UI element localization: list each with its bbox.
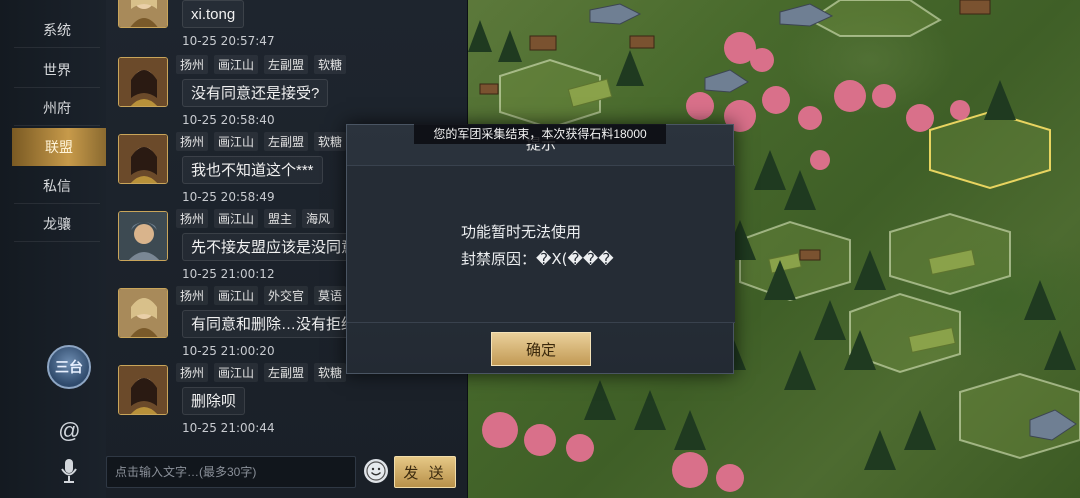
avatar[interactable] xyxy=(118,365,168,415)
hex-tile xyxy=(808,0,942,37)
avatar[interactable] xyxy=(118,288,168,338)
game-screen: 系统 世界 州府 联盟 私信 龙骧 三台 @ xi.tong 10-25 20:… xyxy=(0,0,1080,498)
message-bubble[interactable]: 有同意和删除…没有拒绝 xyxy=(182,310,366,338)
tag-player-name[interactable]: 软糖 xyxy=(314,55,347,74)
message-bubble[interactable]: 先不接友盟应该是没同意 xyxy=(182,233,366,261)
chat-input-row: 发 送 xyxy=(106,454,468,490)
smiley-icon xyxy=(366,461,386,481)
tag-role: 左副盟 xyxy=(264,55,309,74)
member-tags: 扬州 画江山 左副盟 软糖 xyxy=(176,132,347,151)
nav-tab-system[interactable]: 系统 xyxy=(14,12,100,48)
member-tags: 扬州 画江山 外交官 莫语 xyxy=(176,286,347,305)
message-time: 10-25 20:58:40 xyxy=(182,113,275,127)
avatar[interactable] xyxy=(118,57,168,107)
message-time: 10-25 21:00:44 xyxy=(182,421,275,435)
nav-tab-longxiang[interactable]: 龙骧 xyxy=(14,206,100,242)
tag-region: 扬州 xyxy=(176,286,209,305)
avatar[interactable] xyxy=(118,211,168,261)
tag-player-name[interactable]: 莫语 xyxy=(314,286,347,305)
message-bubble[interactable]: xi.tong xyxy=(182,0,245,28)
tag-alliance: 画江山 xyxy=(214,286,259,305)
notification-banner: 您的军团采集结束，本次获得石料18000 xyxy=(414,124,666,144)
dialog-message: 功能暂时无法使用 xyxy=(461,224,582,241)
tag-role: 左副盟 xyxy=(264,363,309,382)
microphone-icon xyxy=(61,459,77,483)
member-tags: 扬州 画江山 左副盟 软糖 xyxy=(176,363,347,382)
avatar[interactable] xyxy=(118,0,168,28)
nav-tab-world[interactable]: 世界 xyxy=(14,52,100,88)
confirm-button[interactable]: 确定 xyxy=(491,332,591,366)
tag-region: 扬州 xyxy=(176,55,209,74)
tag-alliance: 画江山 xyxy=(214,363,259,382)
crest-label: 三台 xyxy=(55,359,83,375)
message-bubble[interactable]: 我也不知道这个*** xyxy=(182,156,323,184)
tag-alliance: 画江山 xyxy=(214,55,259,74)
at-mention-button[interactable]: @ xyxy=(56,418,82,444)
member-tags: 扬州 画江山 盟主 海风 xyxy=(176,209,335,228)
message-time: 10-25 21:00:20 xyxy=(182,344,275,358)
member-tags: 扬州 画江山 左副盟 软糖 xyxy=(176,55,347,74)
channel-nav: 系统 世界 州府 联盟 私信 龙骧 三台 @ xyxy=(0,0,106,498)
nav-tab-alliance[interactable]: 联盟 xyxy=(12,128,106,166)
tag-role: 左副盟 xyxy=(264,132,309,151)
hex-tile-selected xyxy=(929,110,1051,190)
emoji-button[interactable] xyxy=(364,459,388,483)
tag-player-name[interactable]: 软糖 xyxy=(314,132,347,151)
dialog-ban-reason: 封禁原因：�X(��� xyxy=(461,250,614,268)
microphone-button[interactable] xyxy=(56,456,82,486)
send-button[interactable]: 发 送 xyxy=(394,456,456,488)
avatar[interactable] xyxy=(118,134,168,184)
at-icon: @ xyxy=(57,418,81,443)
tag-region: 扬州 xyxy=(176,363,209,382)
message-bubble[interactable]: 删除呗 xyxy=(182,387,246,415)
tag-alliance: 画江山 xyxy=(214,132,259,151)
tag-region: 扬州 xyxy=(176,209,209,228)
message-time: 10-25 20:58:49 xyxy=(182,190,275,204)
tag-region: 扬州 xyxy=(176,132,209,151)
nav-tab-prefecture[interactable]: 州府 xyxy=(14,90,100,126)
dialog-body: 功能暂时无法使用 封禁原因：�X(��� xyxy=(347,165,735,323)
message-bubble[interactable]: 没有同意还是接受? xyxy=(182,79,329,107)
message-time: 10-25 21:00:12 xyxy=(182,267,275,281)
tag-player-name[interactable]: 海风 xyxy=(302,209,335,228)
alert-dialog: 提示 功能暂时无法使用 封禁原因：�X(��� 确定 xyxy=(346,124,735,374)
tag-role: 外交官 xyxy=(264,286,309,305)
message-time: 10-25 20:57:47 xyxy=(182,34,275,48)
crest-button[interactable]: 三台 xyxy=(47,345,91,389)
tag-role: 盟主 xyxy=(264,209,297,228)
nav-tab-private[interactable]: 私信 xyxy=(14,168,100,204)
tag-player-name[interactable]: 软糖 xyxy=(314,363,347,382)
chat-input[interactable] xyxy=(106,456,356,488)
tag-alliance: 画江山 xyxy=(214,209,259,228)
